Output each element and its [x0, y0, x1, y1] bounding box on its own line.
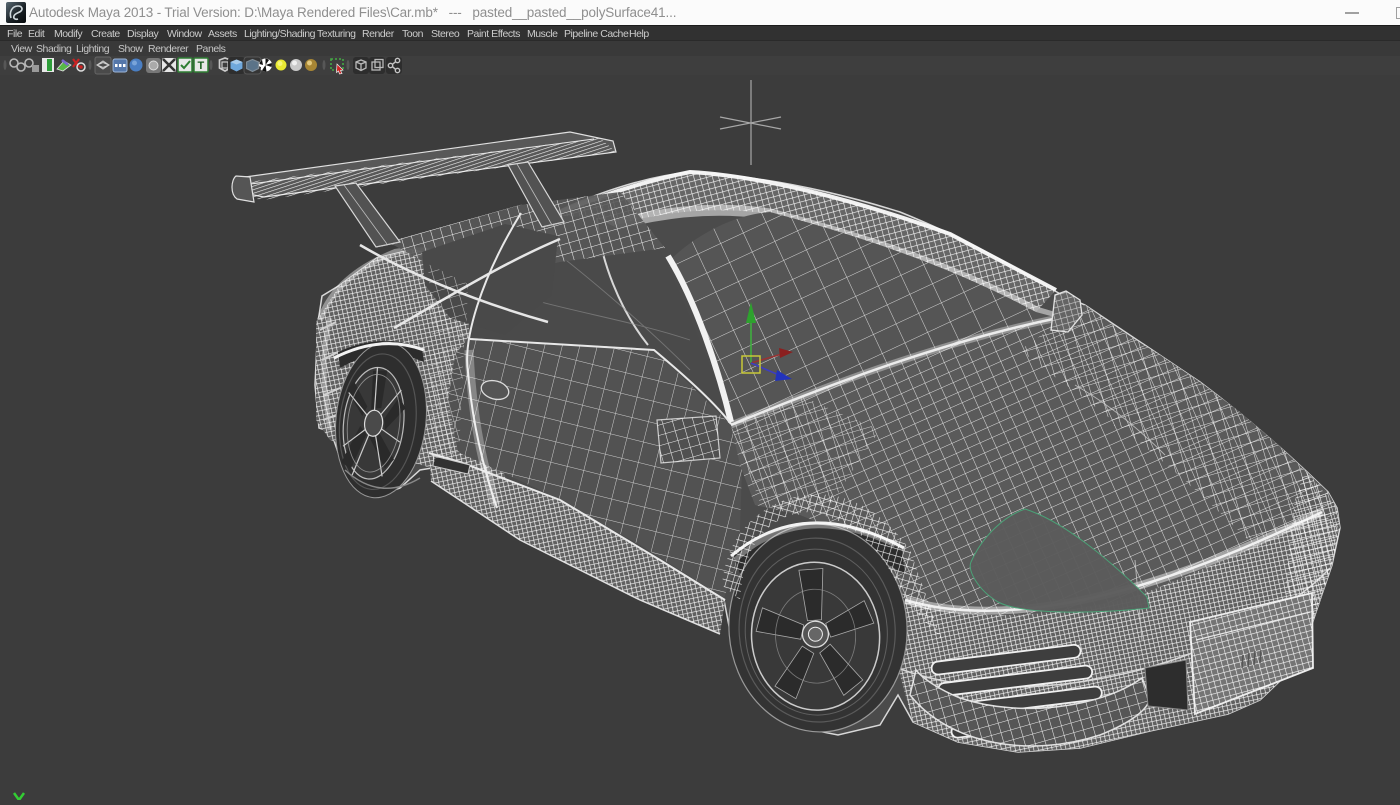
svg-text:T: T — [198, 60, 205, 72]
